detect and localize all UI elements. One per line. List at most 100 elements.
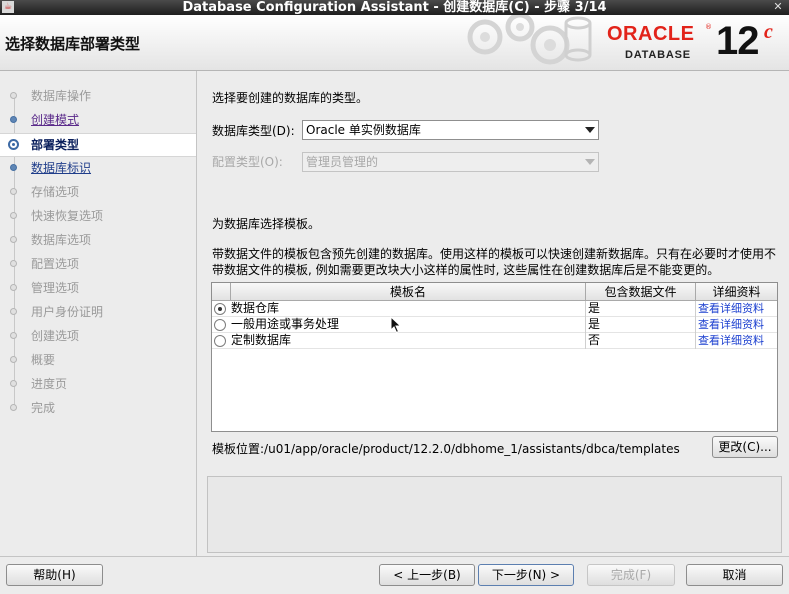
nav-step-db-identification[interactable]: 数据库标识 bbox=[0, 157, 196, 179]
template-location-label: 模板位置:/u01/app/oracle/product/12.2.0/dbho… bbox=[212, 440, 680, 457]
nav-step-label[interactable]: 创建模式 bbox=[31, 109, 79, 131]
template-name: 数据仓库 bbox=[231, 301, 280, 315]
step-indicator-icon bbox=[10, 260, 17, 267]
db-type-label: 数据库类型(D): bbox=[212, 124, 295, 138]
nav-step-label: 概要 bbox=[31, 353, 56, 367]
step-indicator-icon bbox=[10, 380, 17, 387]
nav-step-management: 管理选项 bbox=[0, 277, 196, 299]
oracle-logo: ORACLE bbox=[607, 23, 695, 45]
window-title: Database Configuration Assistant - 创建数据库… bbox=[182, 0, 607, 15]
has-datafiles: 否 bbox=[588, 333, 601, 347]
chevron-down-icon bbox=[585, 159, 595, 165]
config-type-select: 管理员管理的 bbox=[302, 152, 599, 172]
radio-button[interactable] bbox=[214, 335, 226, 347]
step-indicator-icon bbox=[10, 236, 17, 243]
view-details-link[interactable]: 查看详细资料 bbox=[698, 317, 764, 333]
template-description-line2: 带数据文件的模板, 例如需要更改块大小这样的属性时, 这些属性在创建数据库后是不… bbox=[212, 263, 720, 277]
config-type-value: 管理员管理的 bbox=[306, 155, 379, 169]
gears-graphic bbox=[467, 15, 592, 65]
db-type-select[interactable]: Oracle 单实例数据库 bbox=[302, 120, 599, 140]
template-name: 定制数据库 bbox=[231, 333, 292, 347]
step-indicator-icon bbox=[10, 116, 17, 123]
nav-step-label: 数据库操作 bbox=[31, 89, 92, 103]
table-row[interactable]: 数据仓库 是 查看详细资料 bbox=[212, 301, 777, 317]
nav-step-config-options: 配置选项 bbox=[0, 253, 196, 275]
table-header-details[interactable]: 详细资料 bbox=[696, 283, 777, 301]
column-divider bbox=[695, 317, 696, 333]
table-header-template-name[interactable]: 模板名 bbox=[231, 283, 586, 301]
step-indicator-icon bbox=[10, 356, 17, 363]
change-location-button[interactable]: 更改(C)... bbox=[712, 436, 778, 458]
template-prompt: 为数据库选择模板。 bbox=[212, 217, 321, 231]
cancel-button[interactable]: 取消 bbox=[686, 564, 783, 586]
close-icon[interactable]: ✕ bbox=[771, 0, 785, 14]
window-title-bar: Database Configuration Assistant - 创建数据库… bbox=[0, 0, 789, 15]
table-header-select bbox=[212, 283, 231, 301]
nav-step-storage: 存储选项 bbox=[0, 181, 196, 203]
nav-step-label: 部署类型 bbox=[31, 138, 80, 152]
next-button[interactable]: 下一步(N) > bbox=[478, 564, 574, 586]
nav-step-db-options: 数据库选项 bbox=[0, 229, 196, 251]
db-type-prompt: 选择要创建的数据库的类型。 bbox=[212, 91, 369, 105]
column-divider bbox=[695, 301, 696, 317]
template-location-caption: 模板位置: bbox=[212, 442, 265, 456]
template-location-path: /u01/app/oracle/product/12.2.0/dbhome_1/… bbox=[264, 442, 680, 456]
page-title: 选择数据库部署类型 bbox=[5, 35, 141, 53]
nav-step-summary: 概要 bbox=[0, 349, 196, 371]
view-details-link[interactable]: 查看详细资料 bbox=[698, 333, 764, 349]
back-button[interactable]: < 上一步(B) bbox=[379, 564, 475, 586]
table-header-datafiles[interactable]: 包含数据文件 bbox=[586, 283, 696, 301]
oracle-version: 12 bbox=[716, 19, 759, 63]
current-step-icon bbox=[8, 139, 19, 150]
nav-step-label: 创建选项 bbox=[31, 329, 80, 343]
has-datafiles: 是 bbox=[588, 301, 601, 315]
nav-step-deployment-type[interactable]: 部署类型 bbox=[0, 133, 196, 157]
nav-step-label: 用户身份证明 bbox=[31, 305, 104, 319]
step-indicator-icon bbox=[10, 92, 17, 99]
column-divider bbox=[585, 301, 586, 317]
info-panel bbox=[207, 476, 782, 553]
nav-step-label: 完成 bbox=[31, 401, 56, 415]
step-indicator-icon bbox=[10, 212, 17, 219]
radio-button-selected[interactable] bbox=[214, 303, 226, 315]
nav-step-finish: 完成 bbox=[0, 397, 196, 419]
radio-button[interactable] bbox=[214, 319, 226, 331]
registered-mark: ® bbox=[705, 23, 712, 31]
chevron-down-icon[interactable] bbox=[585, 127, 595, 133]
nav-step-label[interactable]: 数据库标识 bbox=[31, 157, 91, 179]
help-button[interactable]: 帮助(H) bbox=[6, 564, 103, 586]
nav-step-create-mode[interactable]: 创建模式 bbox=[0, 109, 196, 131]
template-name: 一般用途或事务处理 bbox=[231, 317, 340, 331]
step-indicator-icon bbox=[10, 404, 17, 411]
finish-button: 完成(F) bbox=[587, 564, 675, 586]
template-description-line1: 带数据文件的模板包含预先创建的数据库。使用这样的模板可以快速创建新数据库。只有在… bbox=[212, 247, 777, 261]
nav-step-label: 配置选项 bbox=[31, 257, 80, 271]
template-table: 模板名 包含数据文件 详细资料 数据仓库 是 查看详细资料 一般用途或事务处理 … bbox=[211, 282, 778, 432]
db-type-value: Oracle 单实例数据库 bbox=[306, 123, 421, 137]
step-indicator-icon bbox=[10, 164, 17, 171]
column-divider bbox=[585, 317, 586, 333]
wizard-header: 选择数据库部署类型 ORACLE ® DATABASE 12 c bbox=[0, 15, 789, 71]
step-indicator-icon bbox=[10, 284, 17, 291]
view-details-link[interactable]: 查看详细资料 bbox=[698, 301, 764, 317]
step-indicator-icon bbox=[10, 332, 17, 339]
column-divider bbox=[695, 333, 696, 349]
nav-step-progress: 进度页 bbox=[0, 373, 196, 395]
column-divider bbox=[585, 333, 586, 349]
oracle-version-suffix: c bbox=[764, 21, 773, 43]
table-row[interactable]: 一般用途或事务处理 是 查看详细资料 bbox=[212, 317, 777, 333]
config-type-label: 配置类型(O): bbox=[212, 155, 283, 169]
nav-step-credentials: 用户身份证明 bbox=[0, 301, 196, 323]
java-icon: ☕ bbox=[2, 1, 14, 13]
nav-step-creation-options: 创建选项 bbox=[0, 325, 196, 347]
table-row[interactable]: 定制数据库 否 查看详细资料 bbox=[212, 333, 777, 349]
has-datafiles: 是 bbox=[588, 317, 601, 331]
nav-step-label: 快速恢复选项 bbox=[31, 209, 104, 223]
footer-divider bbox=[0, 556, 789, 557]
oracle-product-name: DATABASE bbox=[625, 49, 691, 61]
step-indicator-icon bbox=[10, 308, 17, 315]
nav-step-label: 数据库选项 bbox=[31, 233, 92, 247]
nav-step-db-operation: 数据库操作 bbox=[0, 85, 196, 107]
mouse-cursor-icon bbox=[390, 316, 402, 334]
step-indicator-icon bbox=[10, 188, 17, 195]
